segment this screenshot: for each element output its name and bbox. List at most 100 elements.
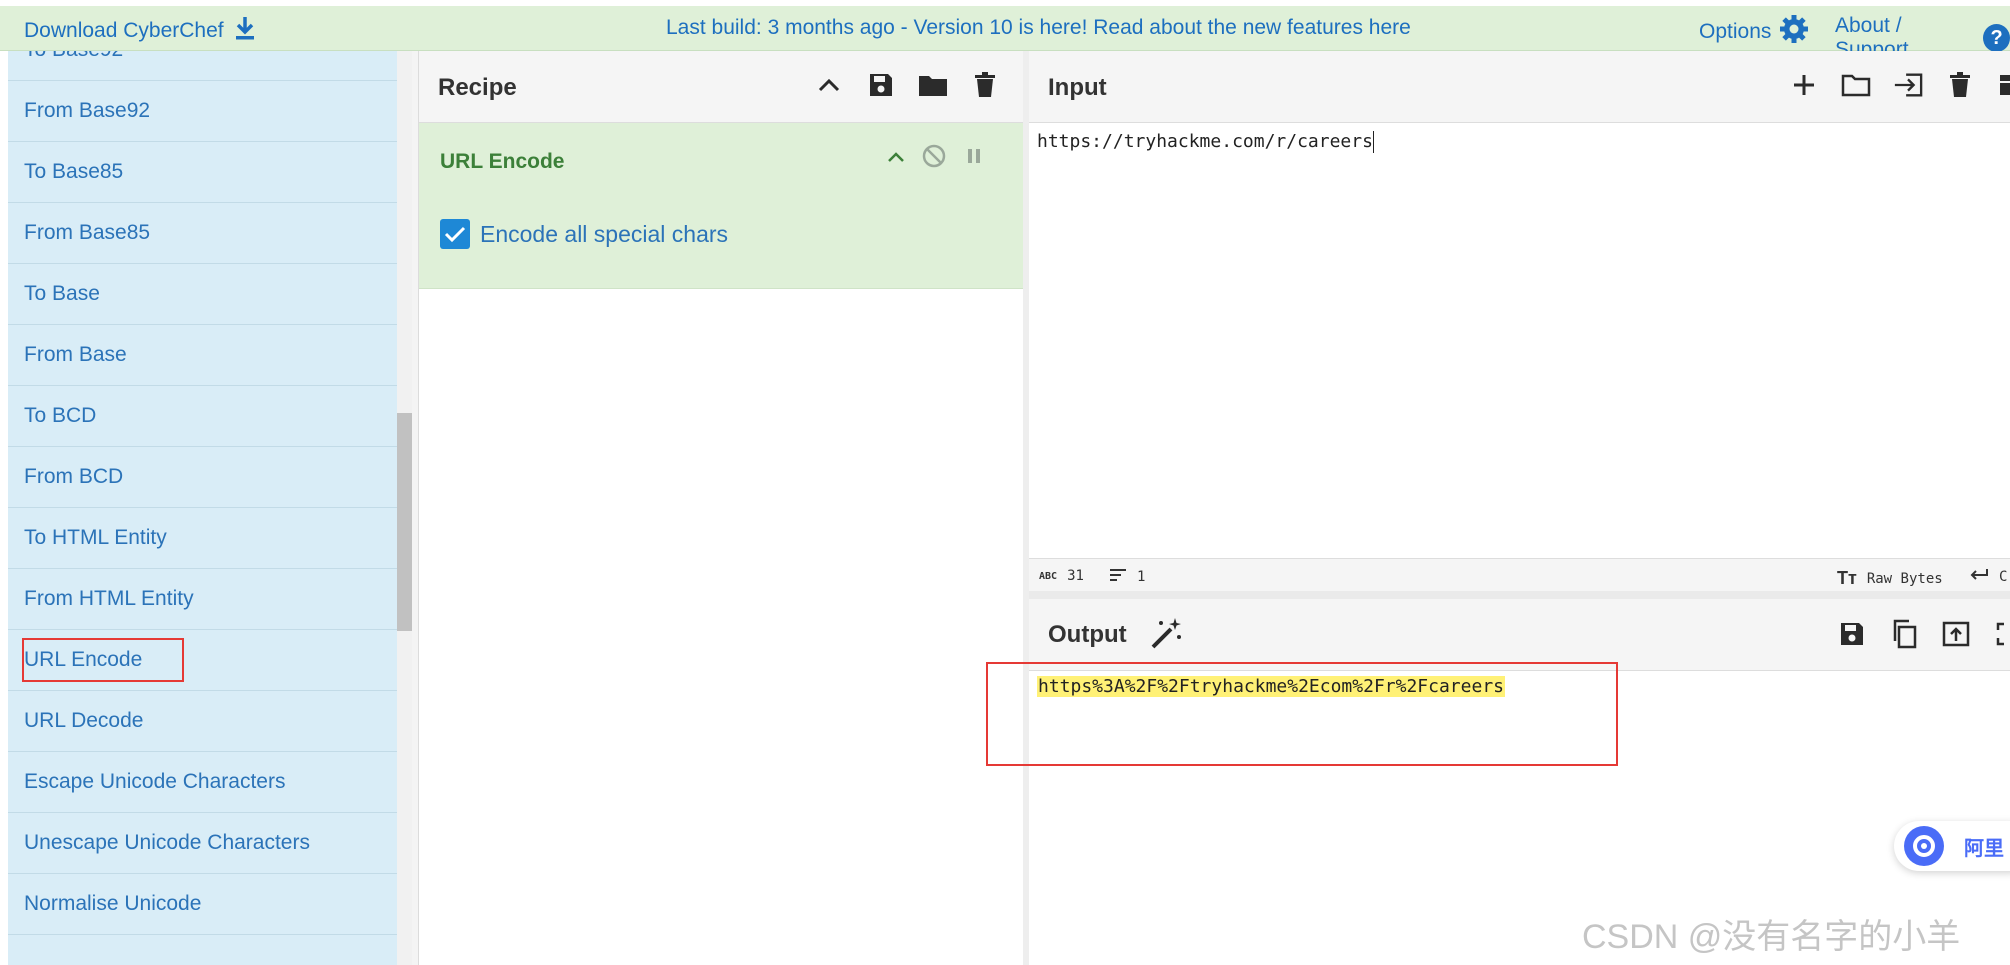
operation-item[interactable]: To Base92 xyxy=(8,51,397,81)
open-file-icon[interactable] xyxy=(1893,70,1923,100)
operation-item[interactable]: Normalise Unicode xyxy=(8,874,397,935)
floating-assistant-badge[interactable]: 阿里 xyxy=(1894,821,2010,871)
operation-label[interactable]: To Base92 xyxy=(24,51,123,62)
operation-label[interactable]: From Base xyxy=(24,343,127,367)
input-status-bar: ABC 31 1 Tт Raw Bytes C xyxy=(1029,558,2010,592)
lines-value: 1 xyxy=(1137,569,1146,585)
maximise-icon[interactable] xyxy=(1993,619,2010,649)
layout-icon[interactable] xyxy=(1997,70,2010,100)
input-value[interactable]: https://tryhackme.com/r/careers xyxy=(1037,131,1373,152)
operation-item[interactable]: From Base92 xyxy=(8,81,397,142)
operation-item[interactable]: Unescape Unicode Characters xyxy=(8,813,397,874)
eol-label[interactable]: C xyxy=(1999,569,2007,585)
output-title: Output xyxy=(1048,621,1127,648)
operation-item[interactable]: URL Encode xyxy=(8,630,397,691)
plus-icon[interactable] xyxy=(1789,70,1819,100)
encoding-selector[interactable]: Tт Raw Bytes xyxy=(1837,568,1943,589)
assistant-logo-icon[interactable] xyxy=(1904,826,1944,866)
text-cursor xyxy=(1372,131,1374,153)
input-title: Input xyxy=(1048,74,1107,101)
operation-controls xyxy=(887,143,985,174)
recipe-toolbar xyxy=(814,70,1000,100)
input-header: Input xyxy=(1029,51,2010,123)
recipe-operation-name: URL Encode xyxy=(440,150,565,173)
input-textarea[interactable]: https://tryhackme.com/r/careers xyxy=(1037,131,1374,153)
recipe-header: Recipe xyxy=(419,51,1023,123)
recipe-title: Recipe xyxy=(438,74,517,101)
length-value: 31 xyxy=(1067,568,1084,584)
options-label[interactable]: Options xyxy=(1699,20,1771,44)
operation-label[interactable]: From BCD xyxy=(24,465,123,489)
operation-item[interactable]: To Base xyxy=(8,264,397,325)
encode-special-chars-checkbox[interactable] xyxy=(440,219,470,249)
return-icon[interactable] xyxy=(1969,568,1989,586)
operations-scrollbar-thumb[interactable] xyxy=(397,413,412,631)
download-label[interactable]: Download CyberChef xyxy=(24,19,224,43)
operations-list: To Base92 From Base92 To Base85 From Base85… xyxy=(8,51,397,965)
assistant-badge-text[interactable]: 阿里 xyxy=(1964,832,2004,861)
operation-item[interactable]: To Base85 xyxy=(8,142,397,203)
operation-item[interactable]: From Base85 xyxy=(8,203,397,264)
operation-label[interactable]: URL Encode xyxy=(21,638,185,682)
recipe-operation-card[interactable]: URL Encode Encode all special chars xyxy=(419,123,1024,289)
operation-label[interactable]: To Base xyxy=(24,282,100,306)
operation-label[interactable]: From HTML Entity xyxy=(24,587,194,611)
length-stat: ABC 31 xyxy=(1039,568,1084,584)
cyberchef-window: Download CyberChef Last build: 3 months … xyxy=(0,0,2010,965)
operation-item[interactable]: From HTML Entity xyxy=(8,569,397,630)
output-header: Output xyxy=(1029,599,2010,671)
replace-input-icon[interactable] xyxy=(1941,619,1971,649)
input-toolbar xyxy=(1789,70,2010,100)
gear-icon[interactable] xyxy=(1779,14,1809,50)
operation-item[interactable]: To HTML Entity xyxy=(8,508,397,569)
encoding-label[interactable]: Raw Bytes xyxy=(1867,571,1943,587)
open-folder-icon[interactable] xyxy=(1841,70,1871,100)
operation-label[interactable]: Escape Unicode Characters xyxy=(24,770,285,794)
output-toolbar xyxy=(1837,619,2010,649)
input-panel: Input https://tryhackme.com/r/careers AB… xyxy=(1029,51,2010,592)
magic-wand-icon[interactable] xyxy=(1149,615,1185,656)
encode-special-chars-label[interactable]: Encode all special chars xyxy=(480,221,728,248)
download-icon[interactable] xyxy=(234,16,256,46)
operation-item[interactable]: Escape Unicode Characters xyxy=(8,752,397,813)
output-highlight-annotation xyxy=(986,662,1618,766)
operation-label[interactable]: To HTML Entity xyxy=(24,526,167,550)
lines-stat: 1 xyxy=(1109,568,1145,586)
pause-icon[interactable] xyxy=(963,145,985,172)
trash-icon[interactable] xyxy=(1945,70,1975,100)
recipe-panel: Recipe URL Encode Encode all special cha… xyxy=(418,51,1024,965)
operation-label[interactable]: Unescape Unicode Characters xyxy=(24,831,310,855)
operations-scrollbar[interactable] xyxy=(397,51,412,965)
operation-item[interactable]: From BCD xyxy=(8,447,397,508)
encode-special-chars-option[interactable]: Encode all special chars xyxy=(440,219,728,249)
top-banner: Download CyberChef Last build: 3 months … xyxy=(0,6,2010,61)
chevron-up-icon[interactable] xyxy=(887,150,905,168)
disable-icon[interactable] xyxy=(921,143,947,174)
operation-label[interactable]: URL Decode xyxy=(24,709,143,733)
folder-icon[interactable] xyxy=(918,70,948,100)
operation-label[interactable]: To BCD xyxy=(24,404,96,428)
options-button[interactable]: Options xyxy=(1699,14,1809,50)
trash-icon[interactable] xyxy=(970,70,1000,100)
operation-label[interactable]: From Base92 xyxy=(24,99,150,123)
operation-label[interactable]: From Base85 xyxy=(24,221,150,245)
operation-item[interactable]: URL Decode xyxy=(8,691,397,752)
lines-icon xyxy=(1109,568,1127,586)
operation-item[interactable]: From Base xyxy=(8,325,397,386)
text-type-icon[interactable]: Tт xyxy=(1837,568,1857,589)
copy-icon[interactable] xyxy=(1889,619,1919,649)
abc-icon: ABC xyxy=(1039,570,1058,582)
help-icon[interactable]: ? xyxy=(1983,24,2010,52)
watermark: CSDN @没有名字的小羊 xyxy=(1582,918,1961,956)
operation-label[interactable]: Normalise Unicode xyxy=(24,892,201,916)
eol-selector[interactable]: C xyxy=(1969,568,2007,586)
operation-item[interactable]: To BCD xyxy=(8,386,397,447)
operation-label[interactable]: To Base85 xyxy=(24,160,123,184)
input-output-resizer[interactable] xyxy=(1029,591,2010,599)
save-icon[interactable] xyxy=(866,70,896,100)
operations-items: To Base92 From Base92 To Base85 From Base85… xyxy=(8,51,397,935)
version-notice-link[interactable]: Last build: 3 months ago - Version 10 is… xyxy=(666,16,1411,40)
save-icon[interactable] xyxy=(1837,619,1867,649)
chevron-up-icon[interactable] xyxy=(814,70,844,100)
download-link[interactable]: Download CyberChef xyxy=(24,16,256,46)
